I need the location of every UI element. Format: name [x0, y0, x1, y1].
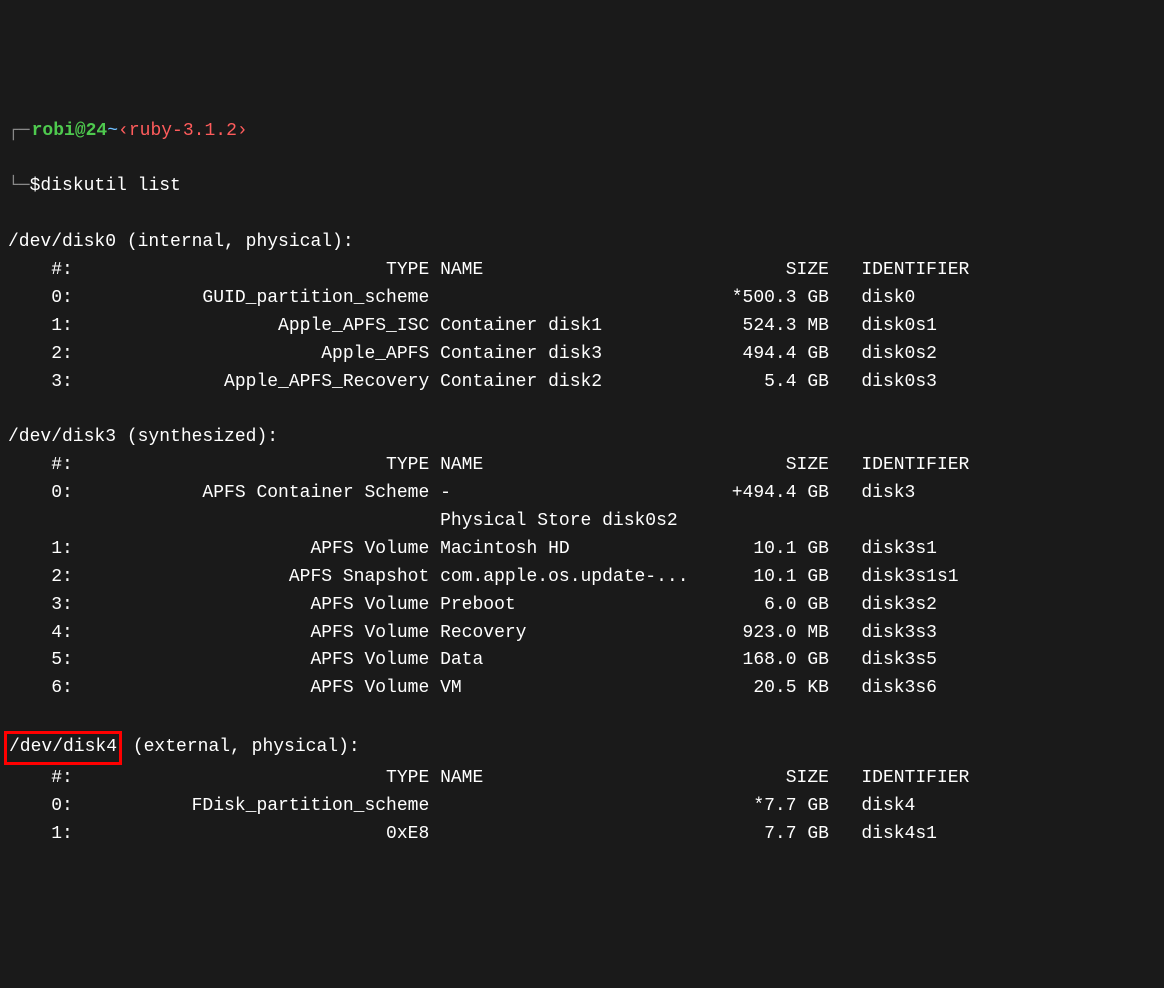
blank-line: [8, 703, 1156, 731]
disk-row: 1: APFS Volume Macintosh HD 10.1 GB disk…: [8, 536, 1156, 564]
disk-row: 5: APFS Volume Data 168.0 GB disk3s5: [8, 647, 1156, 675]
disk-row: 0: APFS Container Scheme - +494.4 GB dis…: [8, 480, 1156, 508]
disk-columns-header: #: TYPE NAME SIZE IDENTIFIER: [8, 452, 1156, 480]
disk-row: 6: APFS Volume VM 20.5 KB disk3s6: [8, 675, 1156, 703]
disk-columns-header: #: TYPE NAME SIZE IDENTIFIER: [8, 257, 1156, 285]
prompt-arrow-icon: ┌─: [8, 118, 30, 146]
blank-line: [8, 396, 1156, 424]
disk-header: /dev/disk4 (external, physical):: [8, 731, 1156, 765]
command-line[interactable]: └─$ diskutil list: [8, 173, 1156, 201]
user-host: robi@24: [32, 118, 108, 146]
disk-header: /dev/disk0 (internal, physical):: [8, 229, 1156, 257]
disk-row: 4: APFS Volume Recovery 923.0 MB disk3s3: [8, 620, 1156, 648]
disk-header: /dev/disk3 (synthesized):: [8, 424, 1156, 452]
cwd-tilde: ~: [107, 118, 118, 146]
disk-row: 3: APFS Volume Preboot 6.0 GB disk3s2: [8, 592, 1156, 620]
disk-row: 1: 0xE8 7.7 GB disk4s1: [8, 821, 1156, 849]
highlighted-disk-path: /dev/disk4: [4, 731, 122, 765]
cmd-arrow-icon: └─: [8, 173, 30, 201]
disk-row: Physical Store disk0s2: [8, 508, 1156, 536]
entered-command: diskutil list: [40, 173, 180, 201]
disk-row: 3: Apple_APFS_Recovery Container disk2 5…: [8, 369, 1156, 397]
terminal-output: /dev/disk0 (internal, physical): #: TYPE…: [8, 229, 1156, 849]
disk-columns-header: #: TYPE NAME SIZE IDENTIFIER: [8, 765, 1156, 793]
ruby-version: ‹ruby-3.1.2›: [118, 118, 248, 146]
prompt-line: ┌─robi@24 ~ ‹ruby-3.1.2›: [8, 118, 1156, 146]
disk-row: 0: GUID_partition_scheme *500.3 GB disk0: [8, 285, 1156, 313]
prompt-dollar: $: [30, 173, 41, 201]
disk-row: 0: FDisk_partition_scheme *7.7 GB disk4: [8, 793, 1156, 821]
disk-row: 2: APFS Snapshot com.apple.os.update-...…: [8, 564, 1156, 592]
disk-row: 1: Apple_APFS_ISC Container disk1 524.3 …: [8, 313, 1156, 341]
disk-row: 2: Apple_APFS Container disk3 494.4 GB d…: [8, 341, 1156, 369]
